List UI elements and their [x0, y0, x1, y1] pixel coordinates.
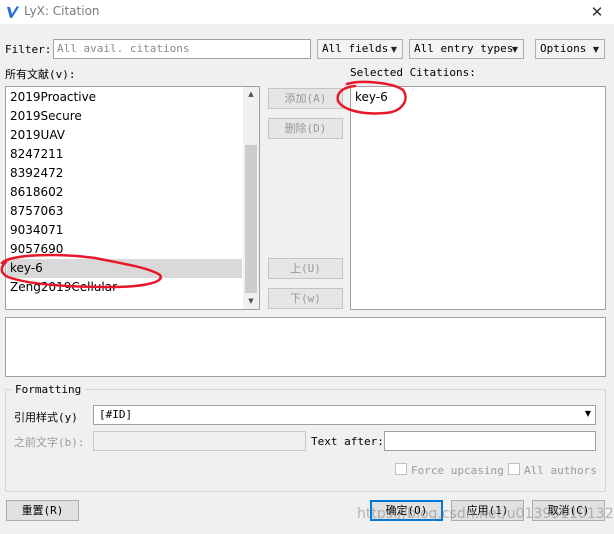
annotation-underline-available — [0, 253, 163, 289]
annotation-overlay — [0, 80, 407, 289]
annotation-circle-selected — [336, 80, 407, 115]
